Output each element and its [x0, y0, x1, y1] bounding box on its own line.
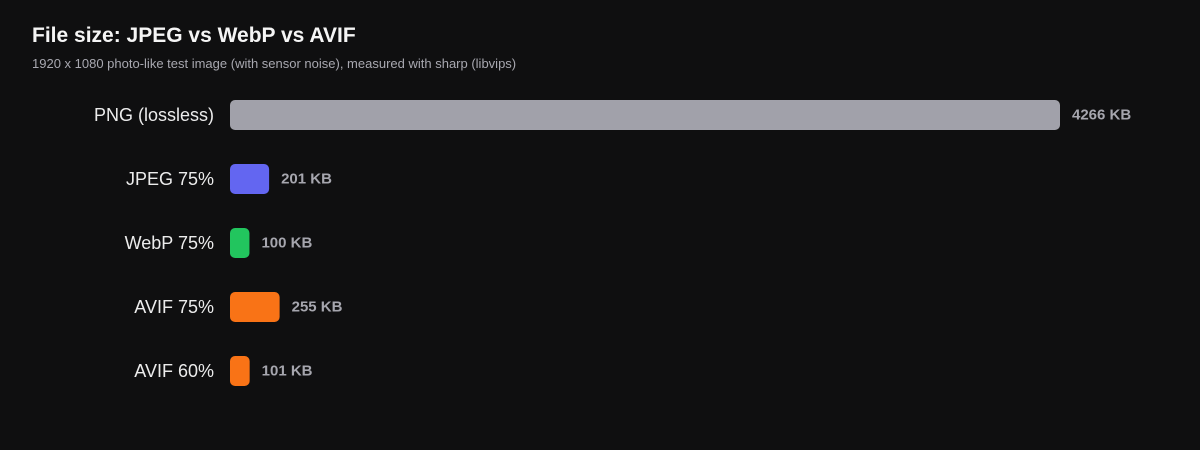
bar-avif-75	[230, 292, 280, 322]
category-label-webp-75: WebP 75%	[125, 233, 214, 253]
bar-png-lossless	[230, 100, 1060, 130]
value-label-jpeg-75: 201 KB	[281, 171, 332, 188]
bar-jpeg-75	[230, 164, 270, 194]
bar-chart: PNG (lossless) 4266 KB JPEG 75% 201 KB WebP …	[94, 100, 1131, 386]
bar-webp-75	[230, 228, 250, 258]
value-label-webp-75: 100 KB	[261, 235, 312, 252]
value-label-avif-75: 255 KB	[292, 299, 343, 316]
value-label-png-lossless: 4266 KB	[1072, 107, 1131, 124]
category-label-png-lossless: PNG (lossless)	[94, 105, 214, 125]
category-label-jpeg-75: JPEG 75%	[126, 169, 214, 189]
category-label-avif-75: AVIF 75%	[134, 297, 214, 317]
bar-avif-60	[230, 356, 250, 386]
value-label-avif-60: 101 KB	[262, 363, 313, 380]
category-label-avif-60: AVIF 60%	[134, 361, 214, 381]
